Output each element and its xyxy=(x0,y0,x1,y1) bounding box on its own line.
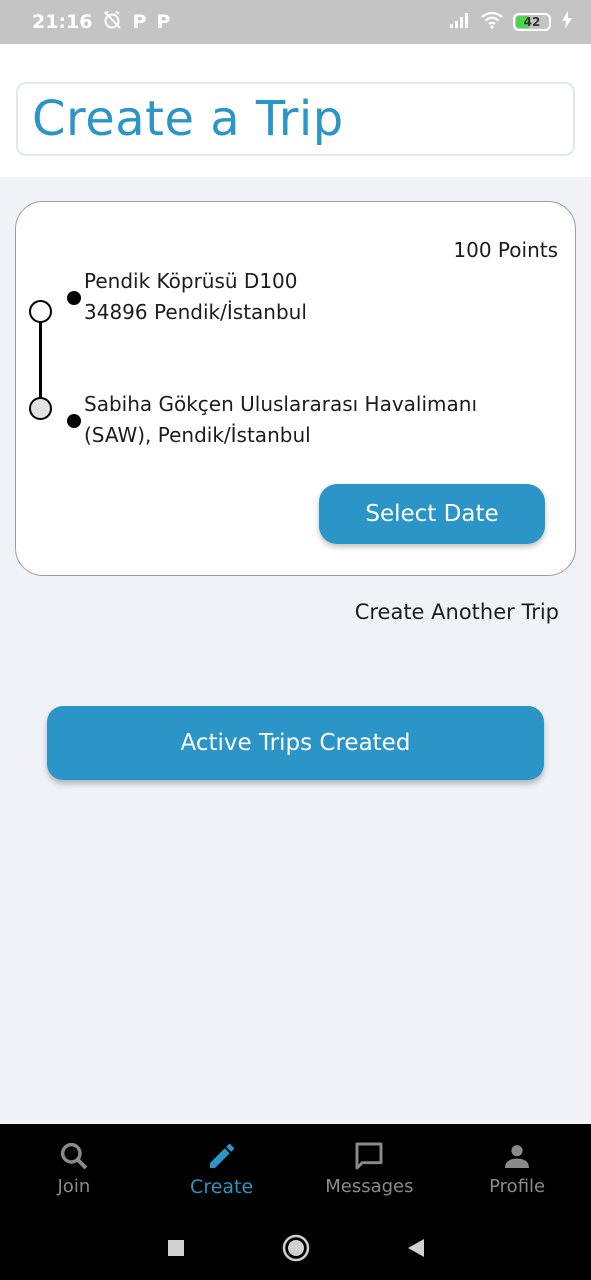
home-button[interactable] xyxy=(282,1234,310,1262)
notification-p-icon: P xyxy=(156,11,171,33)
nav-label-messages: Messages xyxy=(325,1176,414,1197)
active-trips-button[interactable]: Active Trips Created xyxy=(47,706,544,780)
back-button[interactable] xyxy=(406,1237,426,1259)
status-right: 42 xyxy=(449,10,573,34)
nav-item-join[interactable]: Join xyxy=(0,1124,148,1216)
system-nav xyxy=(0,1216,591,1280)
nav-item-profile[interactable]: Profile xyxy=(443,1124,591,1216)
origin-address-line1: Pendik Köprüsü D100 xyxy=(84,269,298,293)
charging-icon xyxy=(561,10,573,34)
points-label: 100 Points xyxy=(453,238,558,262)
destination-node-icon xyxy=(29,397,52,420)
header: Create a Trip xyxy=(0,44,591,177)
recents-button[interactable] xyxy=(166,1238,186,1258)
bottom-nav: Join Create Messages Profile xyxy=(0,1124,591,1216)
battery-icon: 42 xyxy=(513,13,551,31)
notification-p-icon: P xyxy=(132,11,147,33)
alarm-off-icon xyxy=(102,10,122,35)
chat-icon xyxy=(355,1142,383,1170)
origin-bullet-icon xyxy=(67,291,81,305)
origin-node-icon xyxy=(29,300,52,323)
origin-address-line2: 34896 Pendik/İstanbul xyxy=(84,300,307,324)
origin-address: Pendik Köprüsü D100 34896 Pendik/İstanbu… xyxy=(84,266,307,328)
back-triangle-icon xyxy=(407,1239,424,1257)
signal-icon xyxy=(449,11,471,34)
nav-item-create[interactable]: Create xyxy=(148,1124,296,1216)
status-left: 21:16 P P xyxy=(32,10,170,35)
destination-address: Sabiha Gökçen Uluslararası Havalimanı (S… xyxy=(84,389,477,451)
battery-level: 42 xyxy=(523,15,541,29)
route-line xyxy=(39,314,42,410)
status-time: 21:16 xyxy=(32,11,93,33)
wifi-icon xyxy=(481,11,503,34)
pencil-icon xyxy=(209,1143,234,1168)
nav-label-profile: Profile xyxy=(489,1176,546,1197)
page-title: Create a Trip xyxy=(32,91,344,147)
square-icon xyxy=(167,1240,184,1256)
create-another-trip-link[interactable]: Create Another Trip xyxy=(355,600,559,624)
destination-address-line1: Sabiha Gökçen Uluslararası Havalimanı xyxy=(84,392,478,416)
status-bar: 21:16 P P 42 xyxy=(0,0,591,44)
person-icon xyxy=(505,1145,530,1168)
circle-icon xyxy=(282,1234,309,1262)
nav-item-messages[interactable]: Messages xyxy=(296,1124,444,1216)
destination-address-line2: (SAW), Pendik/İstanbul xyxy=(84,423,311,447)
trip-card: 100 Points Pendik Köprüsü D100 34896 Pen… xyxy=(15,201,576,576)
select-date-button[interactable]: Select Date xyxy=(319,484,545,544)
nav-label-create: Create xyxy=(190,1176,254,1198)
nav-label-join: Join xyxy=(57,1176,91,1197)
destination-bullet-icon xyxy=(67,414,81,428)
search-icon xyxy=(60,1142,88,1170)
page-title-box: Create a Trip xyxy=(16,82,575,156)
